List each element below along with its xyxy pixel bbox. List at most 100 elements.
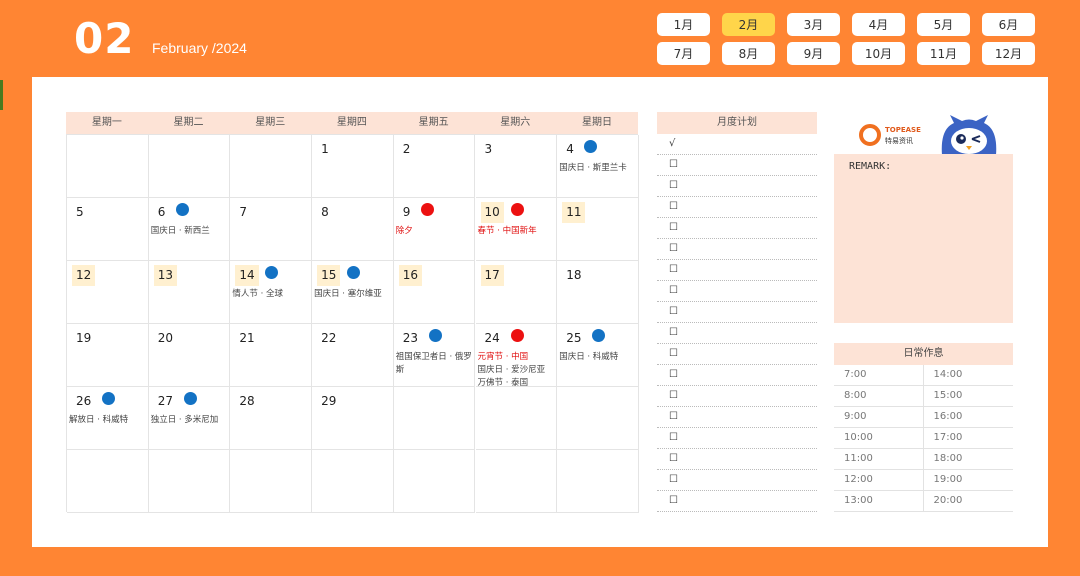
- plan-checkbox[interactable]: ☐: [657, 491, 817, 512]
- day-cell[interactable]: 12: [67, 261, 149, 324]
- day-cell[interactable]: 2: [393, 135, 476, 198]
- day-cell[interactable]: [148, 450, 231, 513]
- remark-label: REMARK:: [849, 161, 892, 172]
- plan-checkbox-checked[interactable]: √: [657, 134, 817, 155]
- day-cell[interactable]: 29: [312, 387, 394, 450]
- plan-checkbox[interactable]: ☐: [657, 260, 817, 281]
- month-tab-6[interactable]: 6月: [982, 13, 1035, 36]
- day-number: 23: [402, 331, 419, 345]
- day-cell[interactable]: [393, 450, 476, 513]
- month-tab-9[interactable]: 9月: [787, 42, 840, 65]
- plan-checkbox[interactable]: ☐: [657, 302, 817, 323]
- holiday-dot-blue-icon: [183, 392, 197, 405]
- schedule-time: 7:00: [834, 365, 924, 385]
- schedule-time: 11:00: [834, 449, 924, 469]
- day-cell[interactable]: 3: [475, 135, 558, 198]
- day-cell[interactable]: 4 国庆日 · 斯里兰卡: [557, 135, 639, 198]
- month-tab-4[interactable]: 4月: [852, 13, 905, 36]
- day-cell[interactable]: [67, 450, 149, 513]
- day-cell[interactable]: 7: [230, 198, 313, 261]
- plan-checkbox[interactable]: ☐: [657, 176, 817, 197]
- month-tab-11[interactable]: 11月: [917, 42, 970, 65]
- month-tab-12[interactable]: 12月: [982, 42, 1035, 65]
- day-cell[interactable]: [67, 135, 149, 198]
- day-cell[interactable]: [557, 450, 639, 513]
- day-cell[interactable]: 19: [67, 324, 149, 387]
- remark-box[interactable]: REMARK:: [834, 154, 1013, 323]
- day-cell[interactable]: 13: [148, 261, 231, 324]
- day-events: 国庆日 · 科威特: [559, 351, 636, 364]
- weekday-header: 星期一 星期二 星期三 星期四 星期五 星期六 星期日: [66, 112, 638, 134]
- day-cell[interactable]: 15 国庆日 · 塞尔维亚: [312, 261, 394, 324]
- plan-checkbox[interactable]: ☐: [657, 449, 817, 470]
- plan-checkbox[interactable]: ☐: [657, 365, 817, 386]
- day-number: 4: [566, 142, 574, 156]
- holiday-dot-blue-icon: [428, 329, 442, 342]
- logo-ring-icon: [859, 124, 881, 146]
- day-cell[interactable]: [475, 387, 558, 450]
- day-cell[interactable]: 14 情人节 · 全球: [230, 261, 313, 324]
- schedule-time: 12:00: [834, 470, 924, 490]
- day-cell[interactable]: 1: [312, 135, 394, 198]
- daily-schedule-rows: 7:00 14:00 8:00 15:00 9:00 16:00 10:00 17:00 11:…: [834, 365, 1013, 512]
- event-label: 元宵节 · 中国: [477, 352, 529, 362]
- plan-checkbox[interactable]: ☐: [657, 470, 817, 491]
- day-cell[interactable]: 6 国庆日 · 新西兰: [148, 198, 231, 261]
- day-number: 13: [153, 265, 177, 286]
- day-events: 除夕: [396, 225, 473, 238]
- day-number: 9: [402, 205, 411, 219]
- day-cell[interactable]: 28: [230, 387, 313, 450]
- day-number: 10: [480, 202, 504, 223]
- month-tab-10[interactable]: 10月: [852, 42, 905, 65]
- day-cell[interactable]: [393, 387, 476, 450]
- day-number: 19: [76, 331, 92, 345]
- month-tab-7[interactable]: 7月: [657, 42, 710, 65]
- day-cell[interactable]: 10 春节 · 中国新年: [475, 198, 558, 261]
- monthly-plan-list: √ ☐ ☐ ☐ ☐ ☐ ☐ ☐ ☐ ☐ ☐ ☐ ☐ ☐ ☐ ☐ ☐ ☐: [657, 134, 817, 512]
- day-cell[interactable]: 21: [230, 324, 313, 387]
- day-cell[interactable]: 22: [312, 324, 394, 387]
- day-cell[interactable]: [230, 135, 313, 198]
- day-cell[interactable]: 11: [557, 198, 639, 261]
- plan-checkbox[interactable]: ☐: [657, 197, 817, 218]
- month-tab-1[interactable]: 1月: [657, 13, 710, 36]
- day-cell[interactable]: 27 独立日 · 多米尼加: [148, 387, 231, 450]
- month-tab-8[interactable]: 8月: [722, 42, 775, 65]
- plan-checkbox[interactable]: ☐: [657, 386, 817, 407]
- holiday-dot-blue-icon: [592, 329, 606, 342]
- day-events: 国庆日 · 斯里兰卡: [559, 162, 636, 175]
- plan-checkbox[interactable]: ☐: [657, 407, 817, 428]
- day-cell[interactable]: 25 国庆日 · 科威特: [557, 324, 639, 387]
- plan-checkbox[interactable]: ☐: [657, 155, 817, 176]
- plan-checkbox[interactable]: ☐: [657, 428, 817, 449]
- day-cell[interactable]: [557, 387, 639, 450]
- weekday-label: 星期五: [418, 117, 449, 128]
- day-number: 22: [321, 331, 337, 345]
- daily-schedule-title: 日常作息: [834, 343, 1013, 365]
- plan-checkbox[interactable]: ☐: [657, 239, 817, 260]
- day-cell[interactable]: [475, 450, 558, 513]
- day-cell[interactable]: 26 解放日 · 科威特: [67, 387, 149, 450]
- month-tab-5[interactable]: 5月: [917, 13, 970, 36]
- schedule-row: 12:00 19:00: [834, 470, 1013, 491]
- day-cell[interactable]: 24 元宵节 · 中国 国庆日 · 爱沙尼亚 万佛节 · 泰国: [475, 324, 558, 388]
- day-cell[interactable]: [312, 450, 394, 513]
- day-cell[interactable]: 16: [393, 261, 476, 324]
- weekday-label: 星期六: [500, 117, 531, 128]
- day-cell[interactable]: [148, 135, 231, 198]
- day-cell[interactable]: 17: [475, 261, 558, 324]
- day-cell[interactable]: 18: [557, 261, 639, 324]
- month-tab-3[interactable]: 3月: [787, 13, 840, 36]
- plan-checkbox[interactable]: ☐: [657, 281, 817, 302]
- day-cell[interactable]: 20: [148, 324, 231, 387]
- plan-checkbox[interactable]: ☐: [657, 218, 817, 239]
- month-tab-2[interactable]: 2月: [722, 13, 775, 36]
- plan-checkbox[interactable]: ☐: [657, 323, 817, 344]
- day-cell[interactable]: 9 除夕: [393, 198, 476, 261]
- holiday-dot-blue-icon: [265, 266, 279, 279]
- day-cell[interactable]: 8: [312, 198, 394, 261]
- day-cell[interactable]: 23 祖国保卫者日 · 俄罗斯: [393, 324, 476, 387]
- day-cell[interactable]: [230, 450, 313, 513]
- day-cell[interactable]: 5: [67, 198, 149, 261]
- plan-checkbox[interactable]: ☐: [657, 344, 817, 365]
